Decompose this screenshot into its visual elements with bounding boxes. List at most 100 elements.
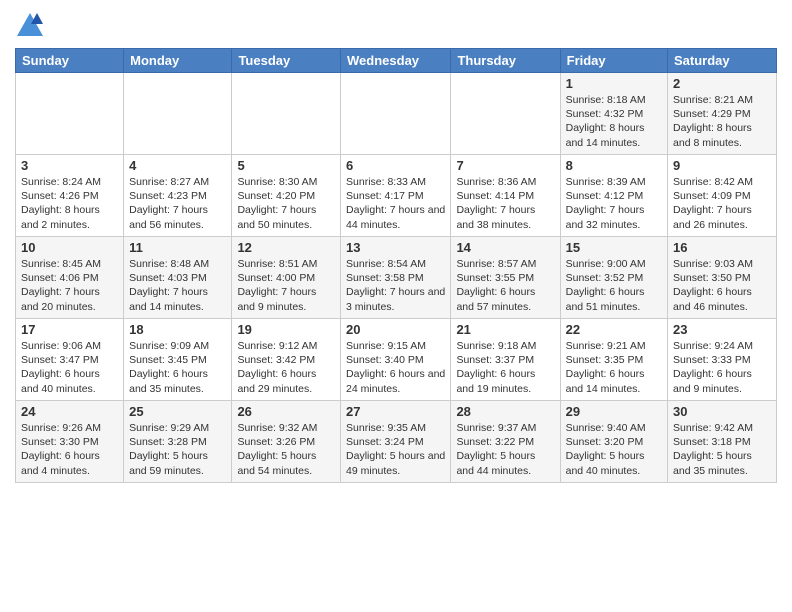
day-number: 12: [237, 240, 335, 255]
day-info: Sunrise: 9:24 AM Sunset: 3:33 PM Dayligh…: [673, 339, 771, 396]
day-cell: [232, 73, 341, 155]
day-cell: 11 Sunrise: 8:48 AM Sunset: 4:03 PM Dayli…: [124, 237, 232, 319]
day-info: Sunrise: 8:45 AM Sunset: 4:06 PM Dayligh…: [21, 257, 118, 314]
day-cell: 3 Sunrise: 8:24 AM Sunset: 4:26 PM Daylig…: [16, 155, 124, 237]
day-cell: 22Sunrise: 9:21 AM Sunset: 3:35 PM Dayli…: [560, 319, 667, 401]
day-info: Sunrise: 9:26 AM Sunset: 3:30 PM Dayligh…: [21, 421, 118, 478]
day-cell: 13Sunrise: 8:54 AM Sunset: 3:58 PM Dayli…: [341, 237, 451, 319]
day-cell: 17 Sunrise: 9:06 AM Sunset: 3:47 PM Dayli…: [16, 319, 124, 401]
weekday-wednesday: Wednesday: [341, 49, 451, 73]
day-number: 16: [673, 240, 771, 255]
day-number: 23: [673, 322, 771, 337]
day-number: 8: [566, 158, 662, 173]
weekday-row: Sunday Monday Tuesday Wednesday Thursday…: [16, 49, 777, 73]
calendar-header: Sunday Monday Tuesday Wednesday Thursday…: [16, 49, 777, 73]
day-cell: 20 Sunrise: 9:15 AM Sunset: 3:40 PM Dayli…: [341, 319, 451, 401]
day-number: 11: [129, 240, 226, 255]
day-info: Sunrise: 8:57 AM Sunset: 3:55 PM Dayligh…: [456, 257, 554, 314]
weekday-sunday: Sunday: [16, 49, 124, 73]
calendar: Sunday Monday Tuesday Wednesday Thursday…: [15, 48, 777, 483]
day-info: Sunrise: 9:37 AM Sunset: 3:22 PM Dayligh…: [456, 421, 554, 478]
day-cell: [451, 73, 560, 155]
day-info: Sunrise: 8:33 AM Sunset: 4:17 PM Dayligh…: [346, 175, 445, 232]
day-cell: 12 Sunrise: 8:51 AM Sunset: 4:00 PM Dayli…: [232, 237, 341, 319]
day-number: 24: [21, 404, 118, 419]
day-info: Sunrise: 9:40 AM Sunset: 3:20 PM Dayligh…: [566, 421, 662, 478]
day-info: Sunrise: 8:36 AM Sunset: 4:14 PM Dayligh…: [456, 175, 554, 232]
day-number: 28: [456, 404, 554, 419]
day-info: Sunrise: 9:29 AM Sunset: 3:28 PM Dayligh…: [129, 421, 226, 478]
day-cell: 24 Sunrise: 9:26 AM Sunset: 3:30 PM Dayli…: [16, 401, 124, 483]
day-cell: 10 Sunrise: 8:45 AM Sunset: 4:06 PM Dayli…: [16, 237, 124, 319]
day-number: 25: [129, 404, 226, 419]
day-info: Sunrise: 8:48 AM Sunset: 4:03 PM Dayligh…: [129, 257, 226, 314]
day-info: Sunrise: 8:42 AM Sunset: 4:09 PM Dayligh…: [673, 175, 771, 232]
week-row-2: 10 Sunrise: 8:45 AM Sunset: 4:06 PM Dayli…: [16, 237, 777, 319]
day-number: 26: [237, 404, 335, 419]
day-info: Sunrise: 9:09 AM Sunset: 3:45 PM Dayligh…: [129, 339, 226, 396]
day-number: 27: [346, 404, 445, 419]
day-info: Sunrise: 8:24 AM Sunset: 4:26 PM Dayligh…: [21, 175, 118, 232]
day-number: 18: [129, 322, 226, 337]
day-cell: 9 Sunrise: 8:42 AM Sunset: 4:09 PM Daylig…: [668, 155, 777, 237]
day-number: 19: [237, 322, 335, 337]
day-number: 15: [566, 240, 662, 255]
day-cell: [124, 73, 232, 155]
day-number: 17: [21, 322, 118, 337]
day-cell: 18 Sunrise: 9:09 AM Sunset: 3:45 PM Dayli…: [124, 319, 232, 401]
day-info: Sunrise: 8:21 AM Sunset: 4:29 PM Dayligh…: [673, 93, 771, 150]
day-info: Sunrise: 9:06 AM Sunset: 3:47 PM Dayligh…: [21, 339, 118, 396]
day-cell: 25 Sunrise: 9:29 AM Sunset: 3:28 PM Dayli…: [124, 401, 232, 483]
week-row-3: 17 Sunrise: 9:06 AM Sunset: 3:47 PM Dayli…: [16, 319, 777, 401]
day-cell: 14 Sunrise: 8:57 AM Sunset: 3:55 PM Dayli…: [451, 237, 560, 319]
day-info: Sunrise: 8:27 AM Sunset: 4:23 PM Dayligh…: [129, 175, 226, 232]
weekday-monday: Monday: [124, 49, 232, 73]
calendar-body: 1Sunrise: 8:18 AM Sunset: 4:32 PM Daylig…: [16, 73, 777, 483]
week-row-4: 24 Sunrise: 9:26 AM Sunset: 3:30 PM Dayli…: [16, 401, 777, 483]
day-number: 5: [237, 158, 335, 173]
logo-icon: [15, 10, 45, 40]
day-info: Sunrise: 9:35 AM Sunset: 3:24 PM Dayligh…: [346, 421, 445, 478]
day-number: 29: [566, 404, 662, 419]
day-cell: 1Sunrise: 8:18 AM Sunset: 4:32 PM Daylig…: [560, 73, 667, 155]
day-info: Sunrise: 9:32 AM Sunset: 3:26 PM Dayligh…: [237, 421, 335, 478]
day-info: Sunrise: 9:03 AM Sunset: 3:50 PM Dayligh…: [673, 257, 771, 314]
day-number: 4: [129, 158, 226, 173]
day-cell: 5 Sunrise: 8:30 AM Sunset: 4:20 PM Daylig…: [232, 155, 341, 237]
weekday-saturday: Saturday: [668, 49, 777, 73]
day-number: 9: [673, 158, 771, 173]
day-number: 7: [456, 158, 554, 173]
day-number: 2: [673, 76, 771, 91]
day-cell: 15Sunrise: 9:00 AM Sunset: 3:52 PM Dayli…: [560, 237, 667, 319]
day-info: Sunrise: 9:12 AM Sunset: 3:42 PM Dayligh…: [237, 339, 335, 396]
day-cell: 8 Sunrise: 8:39 AM Sunset: 4:12 PM Daylig…: [560, 155, 667, 237]
day-number: 3: [21, 158, 118, 173]
day-number: 10: [21, 240, 118, 255]
week-row-0: 1Sunrise: 8:18 AM Sunset: 4:32 PM Daylig…: [16, 73, 777, 155]
day-cell: [16, 73, 124, 155]
day-info: Sunrise: 8:39 AM Sunset: 4:12 PM Dayligh…: [566, 175, 662, 232]
page: Sunday Monday Tuesday Wednesday Thursday…: [0, 0, 792, 612]
logo: [15, 10, 49, 40]
day-cell: 30Sunrise: 9:42 AM Sunset: 3:18 PM Dayli…: [668, 401, 777, 483]
day-number: 20: [346, 322, 445, 337]
day-info: Sunrise: 9:15 AM Sunset: 3:40 PM Dayligh…: [346, 339, 445, 396]
day-cell: 28 Sunrise: 9:37 AM Sunset: 3:22 PM Dayli…: [451, 401, 560, 483]
day-cell: [341, 73, 451, 155]
day-info: Sunrise: 8:51 AM Sunset: 4:00 PM Dayligh…: [237, 257, 335, 314]
week-row-1: 3 Sunrise: 8:24 AM Sunset: 4:26 PM Daylig…: [16, 155, 777, 237]
day-number: 14: [456, 240, 554, 255]
day-info: Sunrise: 8:30 AM Sunset: 4:20 PM Dayligh…: [237, 175, 335, 232]
day-info: Sunrise: 8:54 AM Sunset: 3:58 PM Dayligh…: [346, 257, 445, 314]
day-cell: 29 Sunrise: 9:40 AM Sunset: 3:20 PM Dayli…: [560, 401, 667, 483]
day-cell: 27 Sunrise: 9:35 AM Sunset: 3:24 PM Dayli…: [341, 401, 451, 483]
day-info: Sunrise: 9:21 AM Sunset: 3:35 PM Dayligh…: [566, 339, 662, 396]
day-cell: 21Sunrise: 9:18 AM Sunset: 3:37 PM Dayli…: [451, 319, 560, 401]
day-cell: 4 Sunrise: 8:27 AM Sunset: 4:23 PM Daylig…: [124, 155, 232, 237]
day-info: Sunrise: 9:18 AM Sunset: 3:37 PM Dayligh…: [456, 339, 554, 396]
day-cell: 7 Sunrise: 8:36 AM Sunset: 4:14 PM Daylig…: [451, 155, 560, 237]
day-cell: 6Sunrise: 8:33 AM Sunset: 4:17 PM Daylig…: [341, 155, 451, 237]
day-number: 1: [566, 76, 662, 91]
header: [15, 10, 777, 40]
day-cell: 16 Sunrise: 9:03 AM Sunset: 3:50 PM Dayli…: [668, 237, 777, 319]
